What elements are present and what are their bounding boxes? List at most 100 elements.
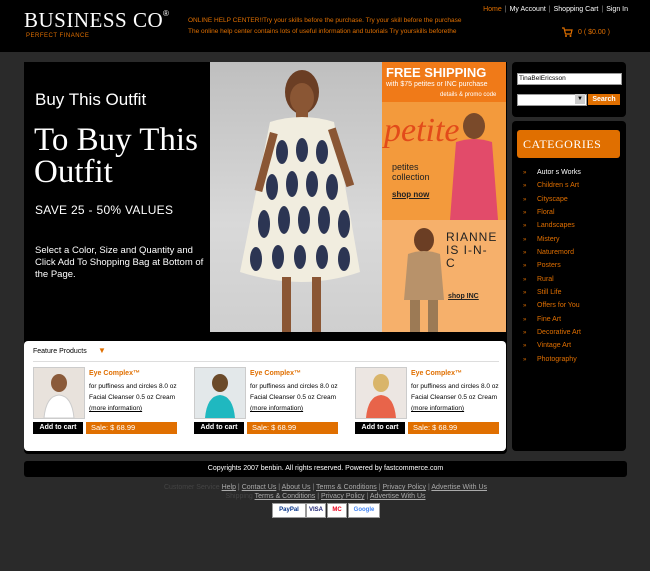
sale-price: Sale: $ 68.99 [408, 422, 499, 434]
inc-label: RIANNE IS I-N-C [446, 230, 498, 270]
divider [33, 361, 499, 362]
category-item[interactable]: » Autor s Works [523, 169, 581, 176]
search-input[interactable]: TinaBelEricsson [517, 73, 622, 85]
more-info-link[interactable]: (more information) [89, 403, 142, 414]
product-photo [366, 374, 396, 418]
category-label: Vintage Art [537, 342, 572, 349]
category-item[interactable]: » Cityscape [523, 196, 568, 203]
category-item[interactable]: » Landscapes [523, 222, 575, 229]
category-label: Offers for You [537, 302, 580, 309]
free-shipping-title: FREE SHIPPING [386, 65, 487, 80]
category-label: Naturemord [537, 249, 574, 256]
product-title[interactable]: Eye Complex™ [250, 370, 301, 377]
double-chevron-right-icon: » [523, 277, 527, 283]
product-desc: for puffiness and circles 8.0 oz [411, 383, 499, 390]
category-item[interactable]: » Photography [523, 356, 577, 363]
footer-link-privacy[interactable]: Privacy Policy [321, 493, 365, 500]
category-item[interactable]: » Children s Art [523, 182, 579, 189]
category-label: Landscapes [537, 222, 575, 229]
product-desc: Facial Cleanser 0.5 oz Cream [250, 394, 336, 401]
category-label: Children s Art [537, 182, 580, 189]
top-nav: Home | My Account | Shopping Cart | Sign In [483, 6, 628, 13]
category-item[interactable]: » Decorative Art [523, 329, 581, 336]
product-photo [43, 374, 75, 419]
category-item[interactable]: » Floral [523, 209, 555, 216]
product-image[interactable] [194, 367, 246, 419]
product-photo [205, 374, 235, 418]
category-label: Floral [537, 209, 555, 216]
footer-link-help[interactable]: Help [222, 484, 236, 491]
category-item[interactable]: » Vintage Art [523, 342, 571, 349]
nav-sign-in[interactable]: Sign In [606, 6, 628, 13]
category-item[interactable]: » Naturemord [523, 249, 574, 256]
product-image[interactable] [33, 367, 85, 419]
double-chevron-right-icon: » [523, 183, 527, 189]
chevron-down-icon[interactable]: ▼ [575, 94, 585, 104]
product-image[interactable] [355, 367, 407, 419]
nav-home[interactable]: Home [483, 6, 502, 13]
shop-now-link[interactable]: shop now [392, 190, 429, 199]
double-chevron-right-icon: » [523, 250, 527, 256]
sale-price: Sale: $ 68.99 [86, 422, 177, 434]
category-item[interactable]: » Rural [523, 276, 554, 283]
add-to-cart-button[interactable]: Add to cart [355, 422, 405, 434]
double-chevron-right-icon: » [523, 170, 527, 176]
product-title[interactable]: Eye Complex™ [89, 370, 140, 377]
footer-link-contact[interactable]: Contact Us [242, 484, 277, 491]
double-chevron-right-icon: » [523, 343, 527, 349]
nav-my-account[interactable]: My Account [510, 6, 546, 13]
add-to-cart-button[interactable]: Add to cart [33, 422, 83, 434]
feature-products-title: Feature Products [33, 348, 87, 355]
category-label: Autor s Works [537, 169, 581, 176]
search-button[interactable]: Search [588, 94, 620, 105]
cart-summary[interactable]: 0 ( $0.00 ) [578, 29, 610, 36]
hero-model-image [210, 62, 382, 332]
footer-link-advertise[interactable]: Advertise With Us [431, 484, 487, 491]
more-info-link[interactable]: (more information) [411, 403, 464, 414]
category-label: Still Life [537, 289, 562, 296]
footer-link-advertise[interactable]: Advertise With Us [370, 493, 426, 500]
category-item[interactable]: » Fine Art [523, 316, 561, 323]
footer-link-terms[interactable]: Terms & Conditions [316, 484, 377, 491]
registered-mark: ® [163, 9, 169, 18]
help-center-text-2: The online help center contains lots of … [188, 28, 457, 35]
add-to-cart-button[interactable]: Add to cart [194, 422, 244, 434]
double-chevron-right-icon: » [523, 263, 527, 269]
double-chevron-right-icon: » [523, 303, 527, 309]
category-label: Fine Art [537, 316, 562, 323]
product-desc: for puffiness and circles 8.0 oz [89, 383, 177, 390]
double-chevron-right-icon: » [523, 197, 527, 203]
cart-icon[interactable] [561, 26, 573, 38]
site-logo[interactable]: BUSINESS CO [24, 8, 163, 33]
mastercard-badge: MC [327, 503, 347, 518]
shop-inc-link[interactable]: shop INC [448, 293, 479, 300]
petites-collection-label: petites collection [392, 162, 430, 182]
category-item[interactable]: » Still Life [523, 289, 562, 296]
category-label: Mistery [537, 236, 560, 243]
hero-heading: Buy This Outfit [35, 90, 147, 109]
categories-title: CATEGORIES [523, 137, 602, 151]
petites-logo: petite [384, 112, 460, 149]
promo-code-link[interactable]: details & promo code [440, 92, 496, 98]
visa-badge: VISA [306, 503, 326, 518]
double-chevron-down-icon: ▼ [98, 346, 106, 355]
category-item[interactable]: » Posters [523, 262, 561, 269]
hero-title: To Buy This Outfit [34, 122, 198, 190]
category-item[interactable]: » Offers for You [523, 302, 580, 309]
footer-link-terms[interactable]: Terms & Conditions [255, 493, 316, 500]
footer-link-about[interactable]: About Us [282, 484, 311, 491]
footer-link-privacy[interactable]: Privacy Policy [382, 484, 426, 491]
site-tagline: PERFECT FINANCE [26, 33, 90, 39]
category-item[interactable]: » Mistery [523, 236, 560, 243]
nav-shopping-cart[interactable]: Shopping Cart [554, 6, 599, 13]
footer-links-2: Shipping Terms & Conditions | Privacy Po… [225, 493, 426, 500]
product-title[interactable]: Eye Complex™ [411, 370, 462, 377]
model-illustration [240, 70, 360, 332]
category-label: Rural [537, 276, 554, 283]
more-info-link[interactable]: (more information) [250, 403, 303, 414]
double-chevron-right-icon: » [523, 223, 527, 229]
category-label: Cityscape [537, 196, 568, 203]
category-label: Photography [537, 356, 577, 363]
nav-separator: | [548, 6, 551, 13]
product-desc: Facial Cleanser 0.5 oz Cream [411, 394, 497, 401]
